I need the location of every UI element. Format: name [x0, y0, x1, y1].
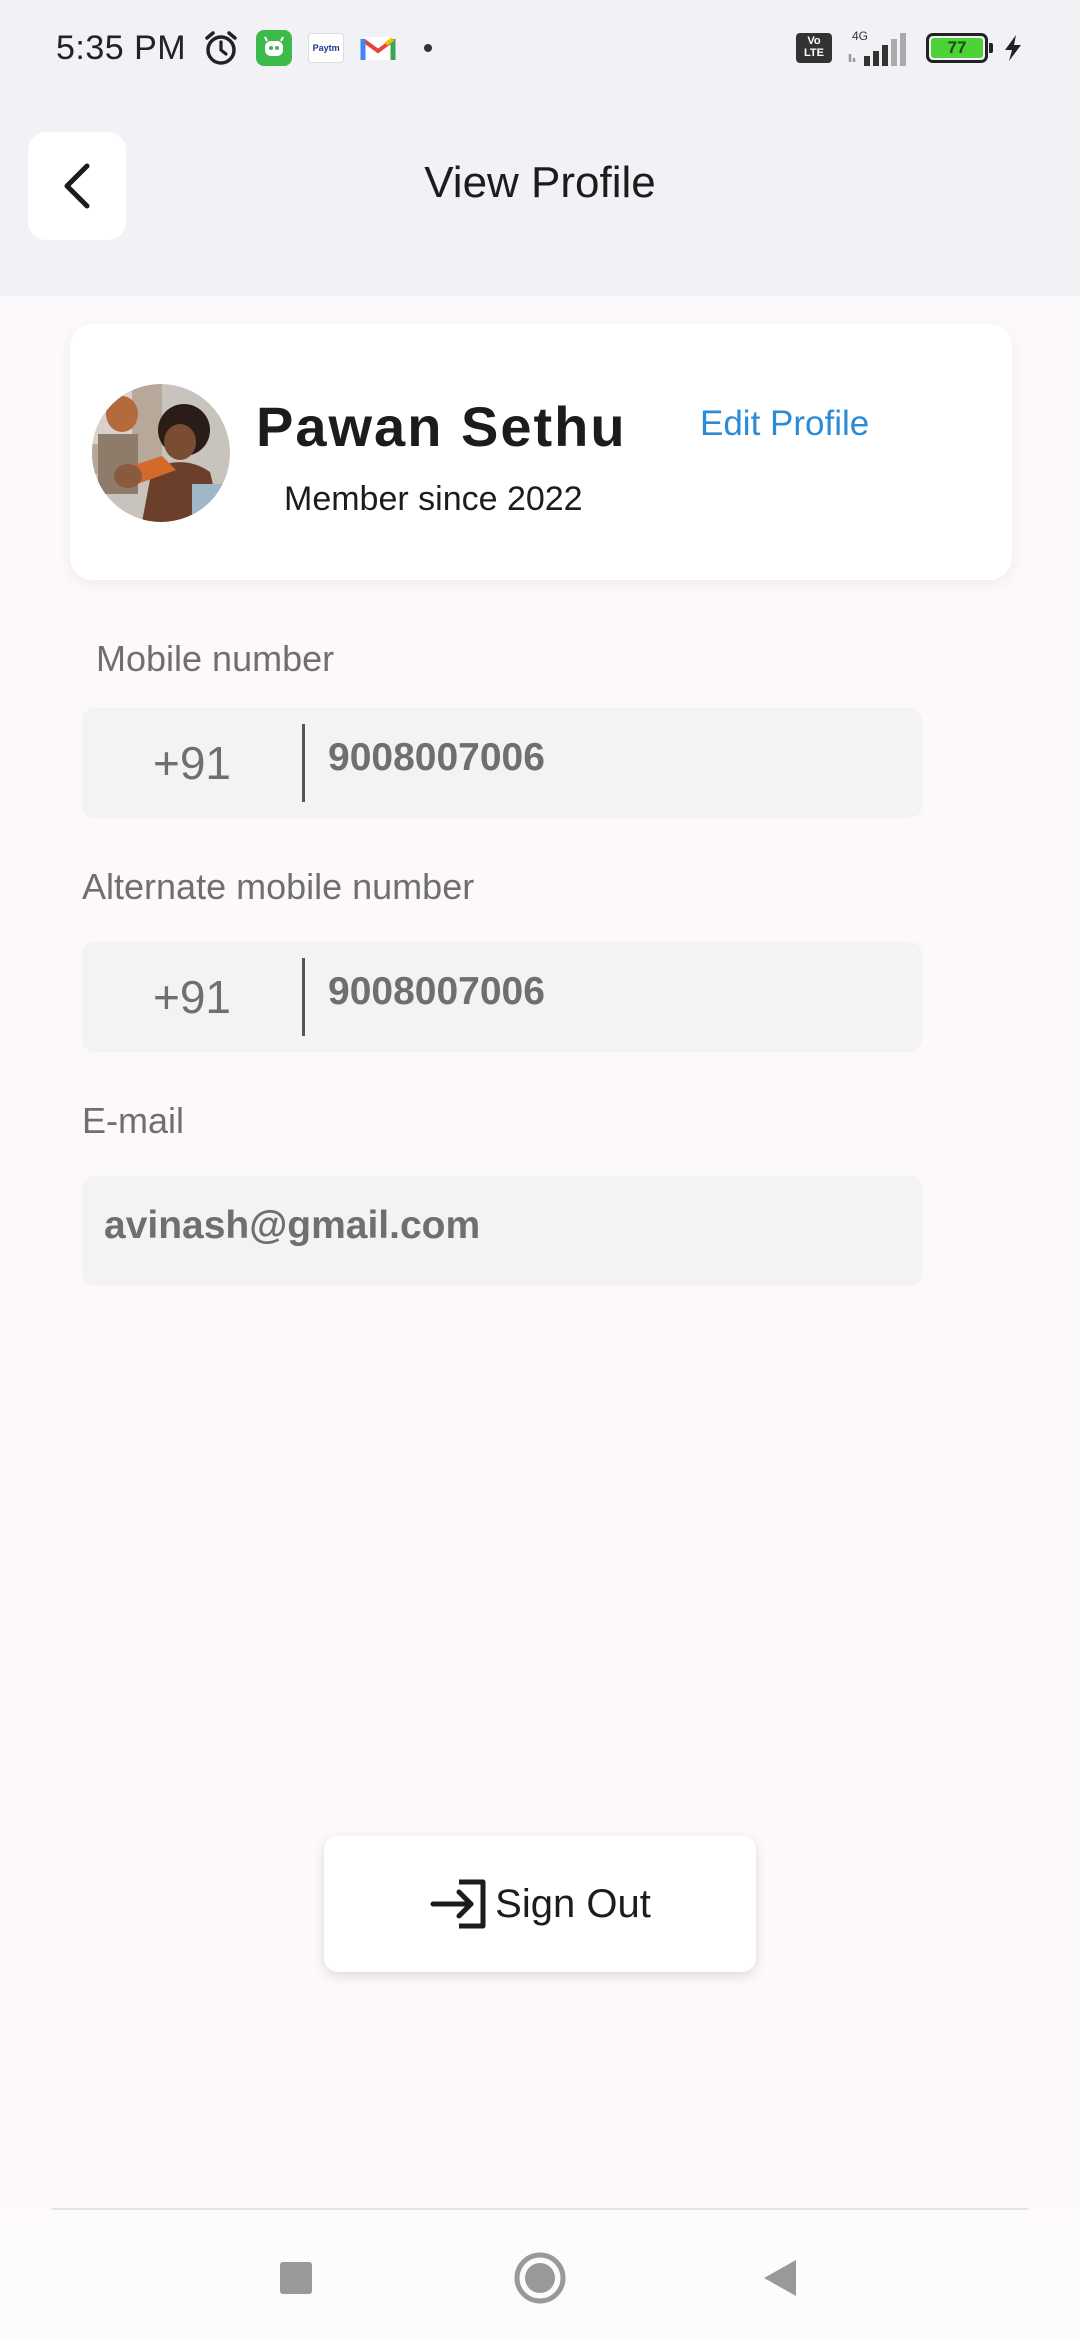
system-nav-bar — [0, 2210, 1080, 2340]
profile-name: Pawan Sethu — [256, 395, 627, 458]
recents-square-icon[interactable] — [278, 2250, 314, 2311]
email-label: E-mail — [82, 1100, 185, 1141]
volte-icon: Vo LTE — [796, 33, 832, 63]
country-code: +91 — [152, 971, 232, 1023]
signal-icon: 4G — [846, 28, 912, 68]
sign-out-label: Sign Out — [495, 1881, 651, 1926]
paytm-icon: Paytm — [308, 33, 345, 63]
battery-icon: 77 — [926, 33, 993, 63]
dot-icon — [424, 44, 433, 52]
page-title: View Profile — [424, 158, 656, 207]
back-triangle-icon[interactable] — [760, 2250, 800, 2311]
paytm-text: Paytm — [312, 43, 340, 53]
alternate-mobile-label: Alternate mobile number — [82, 866, 475, 907]
member-since: Member since 2022 — [284, 480, 583, 518]
mobile-number-value: 9008007006 — [328, 736, 545, 779]
field-divider — [302, 724, 305, 802]
battery-level: 77 — [931, 38, 983, 58]
alternate-mobile-field[interactable]: +91 9008007006 — [82, 942, 922, 1052]
status-time: 5:35 PM — [56, 28, 187, 67]
mobile-number-label: Mobile number — [96, 638, 335, 679]
country-code: +91 — [152, 737, 232, 789]
status-bar: 5:35 PM Paytm Vo LTE 4G 77 — [0, 0, 1080, 96]
status-right: Vo LTE 4G 77 — [796, 28, 1024, 68]
home-circle-icon[interactable] — [512, 2250, 568, 2311]
sign-out-button[interactable]: Sign Out — [324, 1836, 756, 1972]
status-left: 5:35 PM Paytm — [56, 28, 433, 68]
alternate-mobile-value: 9008007006 — [328, 970, 545, 1013]
mobile-number-field[interactable]: +91 9008007006 — [82, 708, 922, 818]
green-app-icon — [256, 30, 293, 66]
profile-card: Pawan Sethu Member since 2022 Edit Profi… — [70, 324, 1012, 580]
edit-profile-link[interactable]: Edit Profile — [700, 404, 869, 444]
sign-in-arrow-icon — [430, 1879, 486, 1929]
app-header: View Profile — [0, 96, 1080, 296]
email-field[interactable]: avinash@gmail.com — [82, 1176, 922, 1286]
avatar[interactable] — [92, 384, 230, 522]
network-type: 4G — [852, 29, 868, 43]
alarm-icon — [202, 29, 240, 67]
email-value: avinash@gmail.com — [104, 1204, 481, 1247]
field-divider — [302, 958, 305, 1036]
charging-bolt-icon — [1002, 33, 1024, 63]
gmail-icon — [360, 34, 396, 62]
